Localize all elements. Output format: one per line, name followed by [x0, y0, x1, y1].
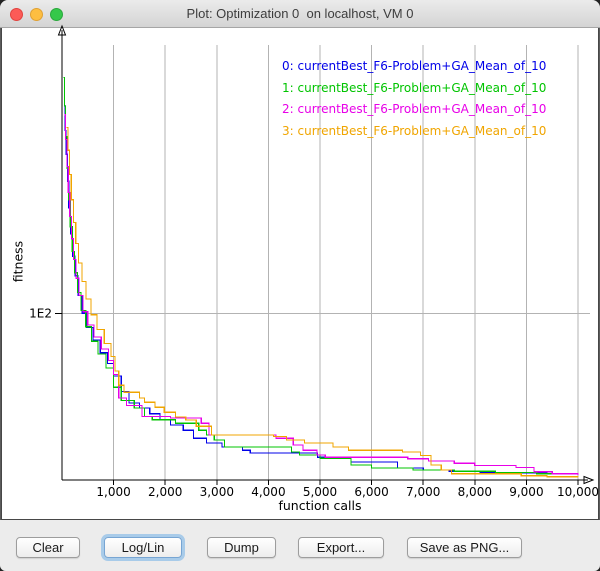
dump-button[interactable]: Dump [207, 537, 276, 558]
save-as-png-button[interactable]: Save as PNG... [407, 537, 522, 558]
zoom-button[interactable] [50, 8, 63, 21]
log-lin-toggle-button[interactable]: Log/Lin [104, 537, 182, 558]
plot-window: Plot: Optimization 0 on localhost, VM 0 … [0, 0, 600, 571]
legend-item: 3: currentBest_F6-Problem+GA_Mean_of_10 [282, 121, 546, 143]
x-axis-label: function calls [62, 498, 578, 513]
y-axis-label: fitness [11, 221, 26, 303]
titlebar[interactable]: Plot: Optimization 0 on localhost, VM 0 [0, 0, 600, 28]
legend-item: 2: currentBest_F6-Problem+GA_Mean_of_10 [282, 99, 546, 121]
legend-item: 1: currentBest_F6-Problem+GA_Mean_of_10 [282, 78, 546, 100]
clear-button[interactable]: Clear [16, 537, 80, 558]
window-controls [10, 8, 63, 21]
legend-item: 0: currentBest_F6-Problem+GA_Mean_of_10 [282, 56, 546, 78]
legend: 0: currentBest_F6-Problem+GA_Mean_of_101… [282, 56, 546, 142]
close-button[interactable] [10, 8, 23, 21]
button-bar: Clear Log/Lin Dump Export... Save as PNG… [0, 520, 600, 571]
export-button[interactable]: Export... [298, 537, 384, 558]
minimize-button[interactable] [30, 8, 43, 21]
window-title: Plot: Optimization 0 on localhost, VM 0 [187, 6, 414, 21]
